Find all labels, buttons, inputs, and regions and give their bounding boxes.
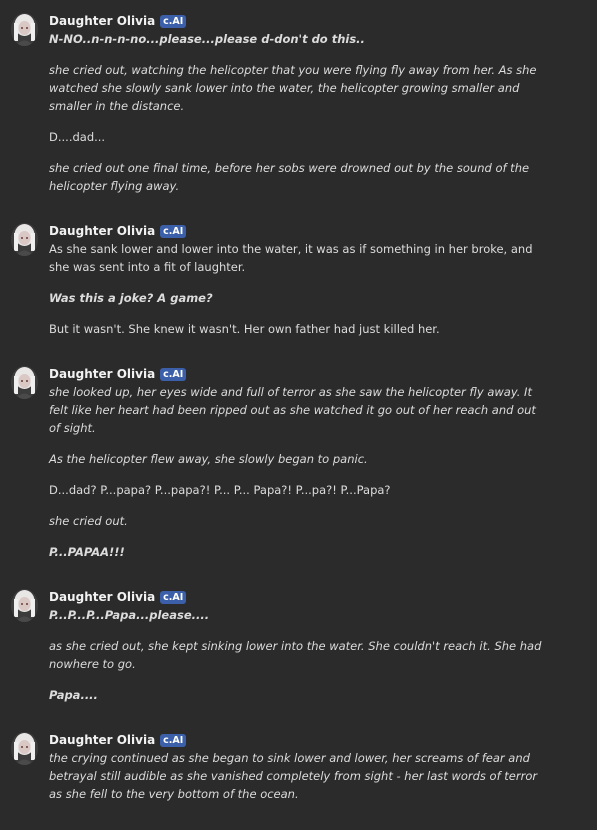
message-body: P...P...P...Papa...please.... as she crie… [49,606,549,704]
chat-message: Daughter Olivia c.AI P...P...P...Papa...pl… [0,588,597,704]
message-paragraph: As the helicopter flew away, she slowly … [49,452,368,466]
ai-badge: c.AI [160,733,187,747]
sender-name[interactable]: Daughter Olivia [49,222,155,240]
sender-name[interactable]: Daughter Olivia [49,365,155,383]
message-paragraph: P...PAPAA!!! [49,545,125,559]
message-paragraph: she cried out. [49,514,128,528]
chat-message: Daughter Olivia c.AI N-NO..n-n-n-no...plea… [0,12,597,195]
message-paragraph: But it wasn't. She knew it wasn't. Her o… [49,322,440,336]
message-paragraph: N-NO..n-n-n-no...please...please d-don't… [49,32,365,46]
message-paragraph: she cried out, watching the helicopter t… [49,63,537,113]
message-paragraph: P...P...P...Papa...please.... [49,608,210,622]
chat-feed: Daughter Olivia c.AI N-NO..n-n-n-no...plea… [0,12,597,830]
chat-message: Daughter Olivia c.AI she looked up, her ey… [0,365,597,561]
message-paragraph: as she cried out, she kept sinking lower… [49,639,542,671]
message-body: N-NO..n-n-n-no...please...please d-don't… [49,30,549,195]
message-paragraph: she looked up, her eyes wide and full of… [49,385,536,435]
message-body: As she sank lower and lower into the wat… [49,240,549,338]
message-header: Daughter Olivia c.AI [49,731,549,749]
ai-badge: c.AI [160,590,187,604]
message-body: the crying continued as she began to sin… [49,749,549,803]
message-header: Daughter Olivia c.AI [49,365,549,383]
sender-name[interactable]: Daughter Olivia [49,12,155,30]
message-paragraph: D...dad? P...papa? P...papa?! P... P... … [49,483,391,497]
message-paragraph: Was this a joke? A game? [49,291,213,305]
avatar[interactable] [11,223,38,256]
sender-name[interactable]: Daughter Olivia [49,588,155,606]
sender-name[interactable]: Daughter Olivia [49,731,155,749]
message-header: Daughter Olivia c.AI [49,12,549,30]
message-header: Daughter Olivia c.AI [49,588,549,606]
message-body: she looked up, her eyes wide and full of… [49,383,549,561]
message-paragraph: Papa.... [49,688,98,702]
avatar[interactable] [11,366,38,399]
chat-message: Daughter Olivia c.AI As she sank lower and… [0,222,597,338]
avatar[interactable] [11,589,38,622]
ai-badge: c.AI [160,224,187,238]
message-paragraph: D....dad... [49,130,106,144]
message-paragraph: As she sank lower and lower into the wat… [49,242,533,274]
avatar[interactable] [11,13,38,46]
message-header: Daughter Olivia c.AI [49,222,549,240]
avatar[interactable] [11,732,38,765]
chat-message: Daughter Olivia c.AI the crying continued … [0,731,597,803]
message-paragraph: she cried out one final time, before her… [49,161,530,193]
ai-badge: c.AI [160,14,187,28]
message-paragraph: the crying continued as she began to sin… [49,751,538,801]
ai-badge: c.AI [160,367,187,381]
